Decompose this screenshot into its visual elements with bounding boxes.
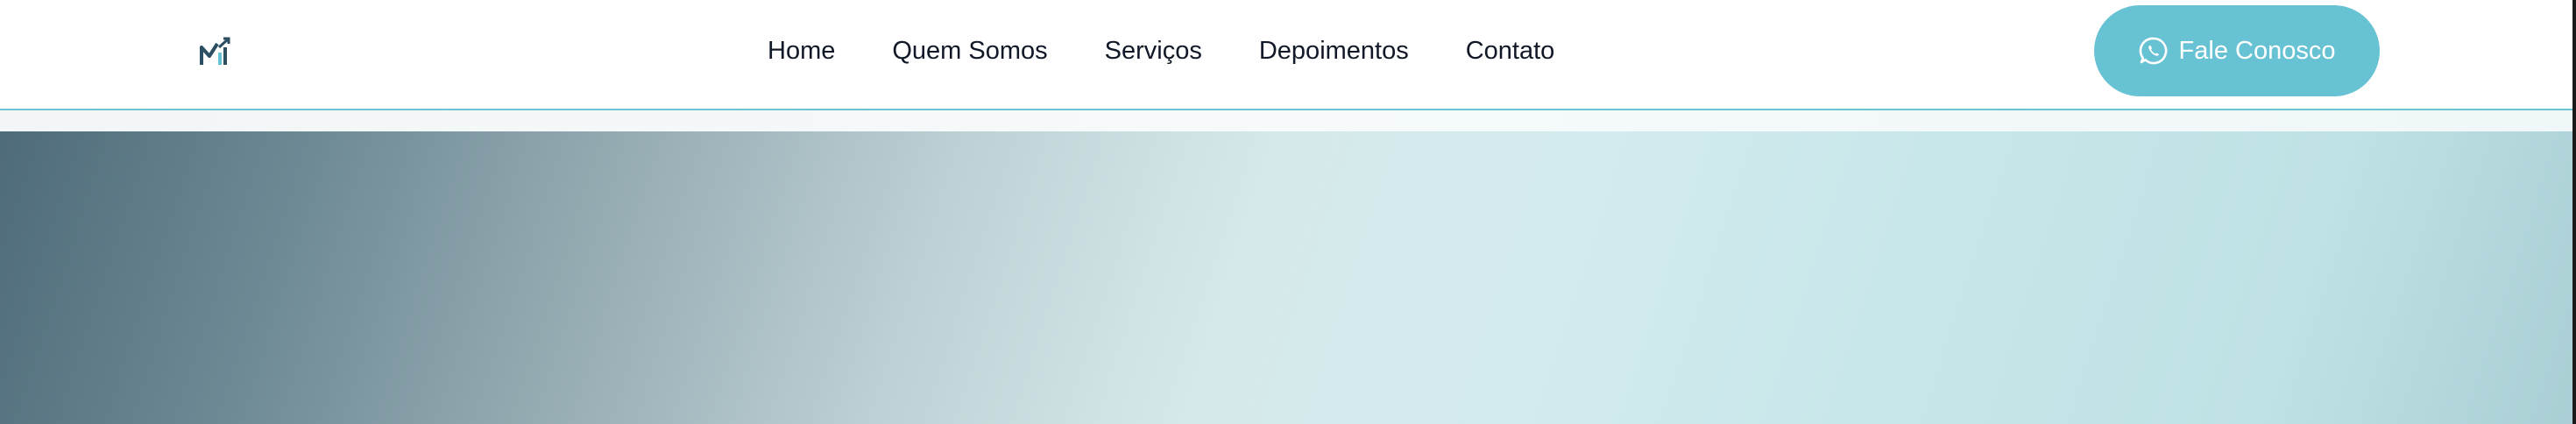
hero-banner [0, 131, 2576, 424]
nav-item-contato[interactable]: Contato [1466, 37, 1555, 66]
whatsapp-icon [2139, 37, 2167, 65]
chart-logo-icon[interactable] [200, 37, 231, 68]
nav-item-quem-somos[interactable]: Quem Somos [892, 37, 1047, 66]
header-divider [0, 110, 2576, 131]
site-header: Home Quem Somos Serviços Depoimentos Con… [0, 0, 2576, 110]
main-nav: Home Quem Somos Serviços Depoimentos Con… [768, 32, 1554, 70]
nav-item-depoimentos[interactable]: Depoimentos [1259, 37, 1409, 66]
nav-item-servicos[interactable]: Serviços [1105, 37, 1202, 66]
window-edge [2572, 0, 2576, 424]
fale-conosco-button[interactable]: Fale Conosco [2094, 5, 2380, 96]
page: Home Quem Somos Serviços Depoimentos Con… [0, 0, 2576, 424]
fale-conosco-label: Fale Conosco [2178, 36, 2336, 65]
nav-item-home[interactable]: Home [768, 37, 835, 66]
